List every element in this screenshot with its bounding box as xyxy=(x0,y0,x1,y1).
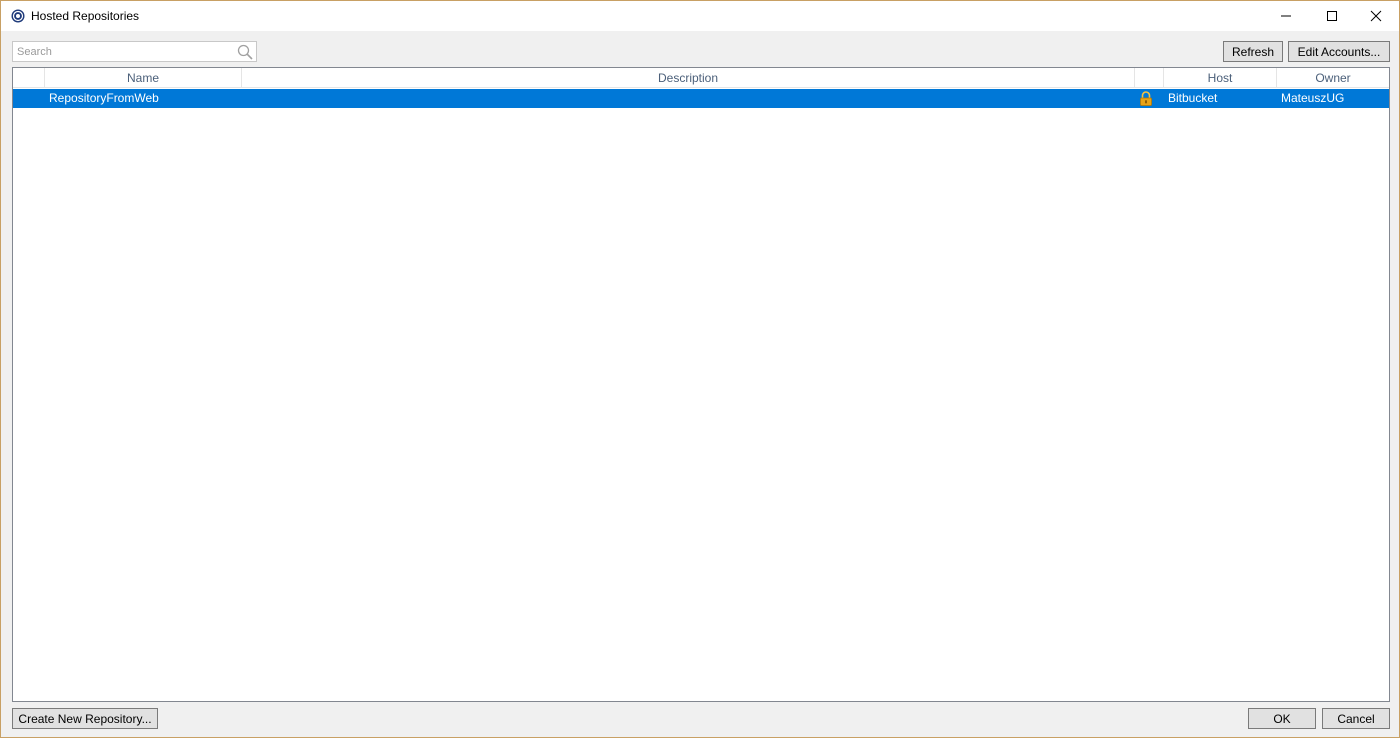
table-row[interactable]: RepositoryFromWeb Bitbucket MateuszUG xyxy=(13,89,1389,108)
column-header-icon[interactable] xyxy=(13,68,45,88)
edit-accounts-button[interactable]: Edit Accounts... xyxy=(1288,41,1390,62)
maximize-button[interactable] xyxy=(1309,1,1355,31)
title-bar[interactable]: Hosted Repositories xyxy=(1,1,1399,31)
minimize-button[interactable] xyxy=(1263,1,1309,31)
column-header-description[interactable]: Description xyxy=(242,68,1135,88)
sourcetree-icon xyxy=(11,9,25,23)
repo-name: RepositoryFromWeb xyxy=(49,91,159,105)
column-header-host[interactable]: Host xyxy=(1164,68,1277,88)
repo-owner: MateuszUG xyxy=(1281,91,1345,105)
column-header-private[interactable] xyxy=(1135,68,1164,88)
cancel-button[interactable]: Cancel xyxy=(1322,708,1390,729)
repositories-table[interactable]: Name Description Host Owner RepositoryFr… xyxy=(12,67,1390,702)
window-title: Hosted Repositories xyxy=(31,9,140,23)
minimize-icon xyxy=(1281,15,1291,17)
column-header-owner[interactable]: Owner xyxy=(1277,68,1389,88)
close-button[interactable] xyxy=(1353,1,1399,31)
maximize-icon xyxy=(1327,11,1337,21)
search-input[interactable] xyxy=(17,43,237,60)
repo-host: Bitbucket xyxy=(1168,91,1218,105)
repo-description xyxy=(245,89,1133,108)
lock-icon xyxy=(1140,91,1152,106)
search-box[interactable] xyxy=(12,41,257,62)
ok-button[interactable]: OK xyxy=(1248,708,1316,729)
column-header-name[interactable]: Name xyxy=(45,68,242,88)
close-icon xyxy=(1370,10,1382,22)
create-new-repository-button[interactable]: Create New Repository... xyxy=(12,708,158,729)
table-header: Name Description Host Owner xyxy=(13,68,1389,88)
refresh-button[interactable]: Refresh xyxy=(1223,41,1283,62)
hosted-repositories-window: Hosted Repositories Refresh Edit Account… xyxy=(0,0,1400,738)
search-icon[interactable] xyxy=(236,43,254,61)
